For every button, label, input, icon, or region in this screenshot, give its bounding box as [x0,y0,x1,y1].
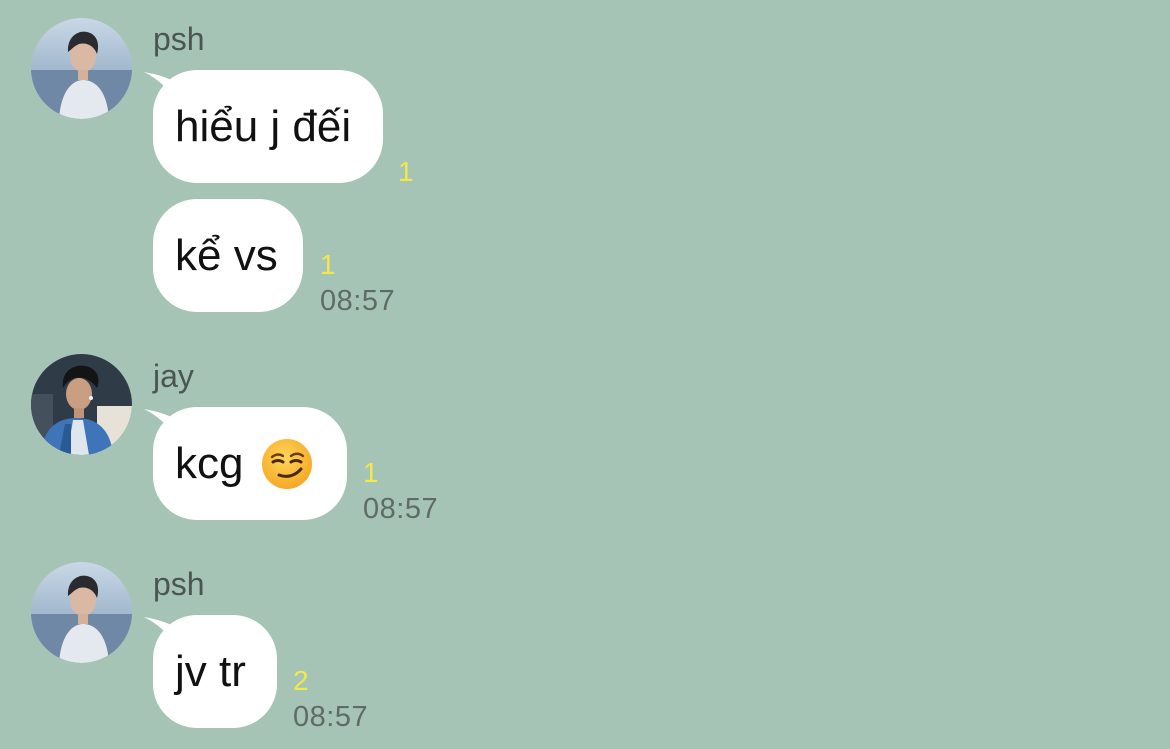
avatar-jay[interactable] [31,354,132,455]
message-text: kể vs [175,230,278,280]
message-text: hiểu j đếi [175,101,352,151]
message-text: jv tr [175,646,246,696]
message-text: kcg [175,438,313,490]
timestamp: 08:57 [363,493,439,525]
avatar-psh[interactable] [31,562,132,663]
unread-count: 2 [293,665,309,696]
sender-name: psh [153,21,205,57]
unread-count: 1 [363,457,379,488]
timestamp: 08:57 [293,701,369,733]
timestamp: 08:57 [320,285,396,317]
avatar-psh[interactable] [31,18,132,119]
bubble-tail [144,72,178,106]
message-bubble[interactable]: kể vs [153,199,303,312]
smirking-face-icon [262,438,313,489]
bubble-tail [144,617,178,651]
sender-name: psh [153,566,205,602]
message-text-content: kcg [175,438,244,488]
message-bubble[interactable]: hiểu j đếi [153,70,383,183]
unread-count: 1 [398,156,414,187]
message-bubble[interactable]: kcg [153,407,347,520]
bubble-tail [144,409,178,443]
chat-screen: { "messages": [ { "sender": "psh", "avat… [0,0,1170,749]
unread-count: 1 [320,249,336,280]
sender-name: jay [153,358,194,394]
